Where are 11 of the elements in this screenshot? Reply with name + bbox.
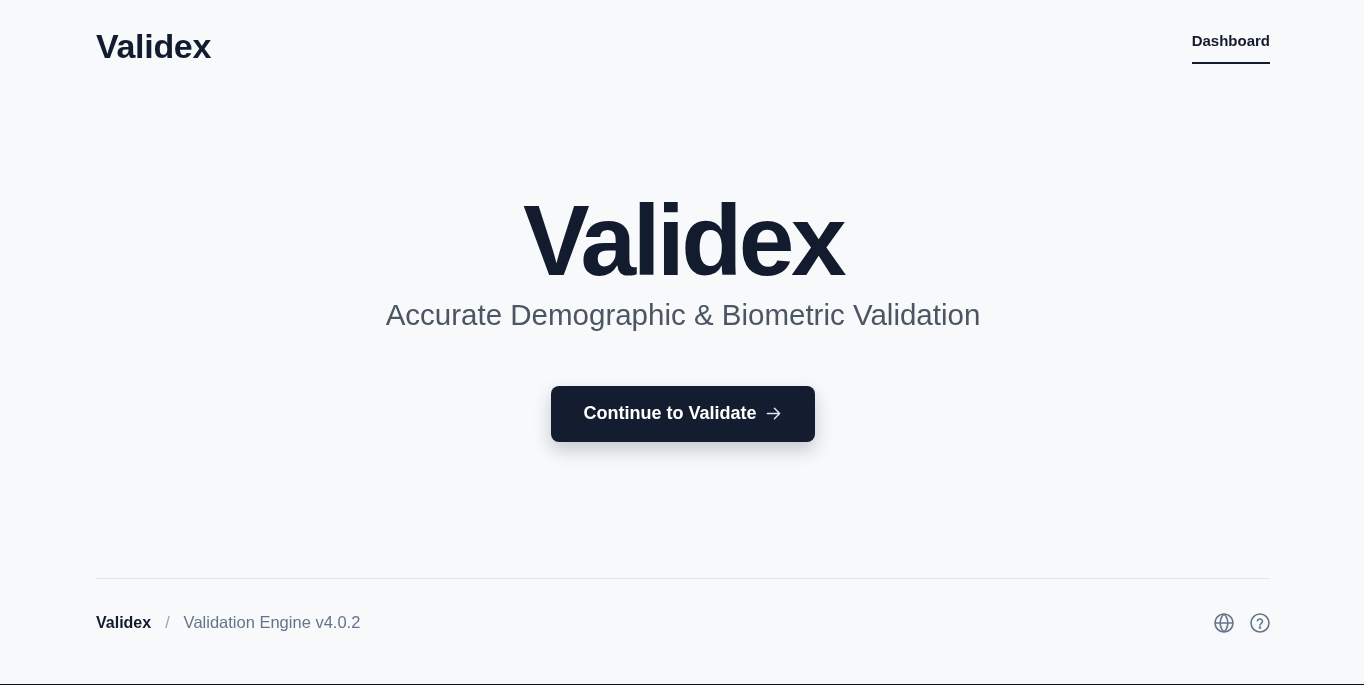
arrow-right-icon xyxy=(765,406,781,422)
hero-title: Validex xyxy=(522,190,844,291)
help-icon[interactable] xyxy=(1250,612,1270,633)
breadcrumb-separator: / xyxy=(165,612,170,633)
version-text: Validation Engine v4.0.2 xyxy=(183,612,361,634)
continue-button[interactable]: Continue to Validate xyxy=(551,385,815,442)
brand-logo[interactable]: Validex xyxy=(96,26,212,67)
footer-brand: Validex xyxy=(96,612,152,633)
globe-icon[interactable] xyxy=(1214,612,1234,633)
nav-link[interactable]: Dashboard xyxy=(1191,26,1270,64)
hero-subtitle: Accurate Demographic & Biometric Validation xyxy=(385,297,981,333)
